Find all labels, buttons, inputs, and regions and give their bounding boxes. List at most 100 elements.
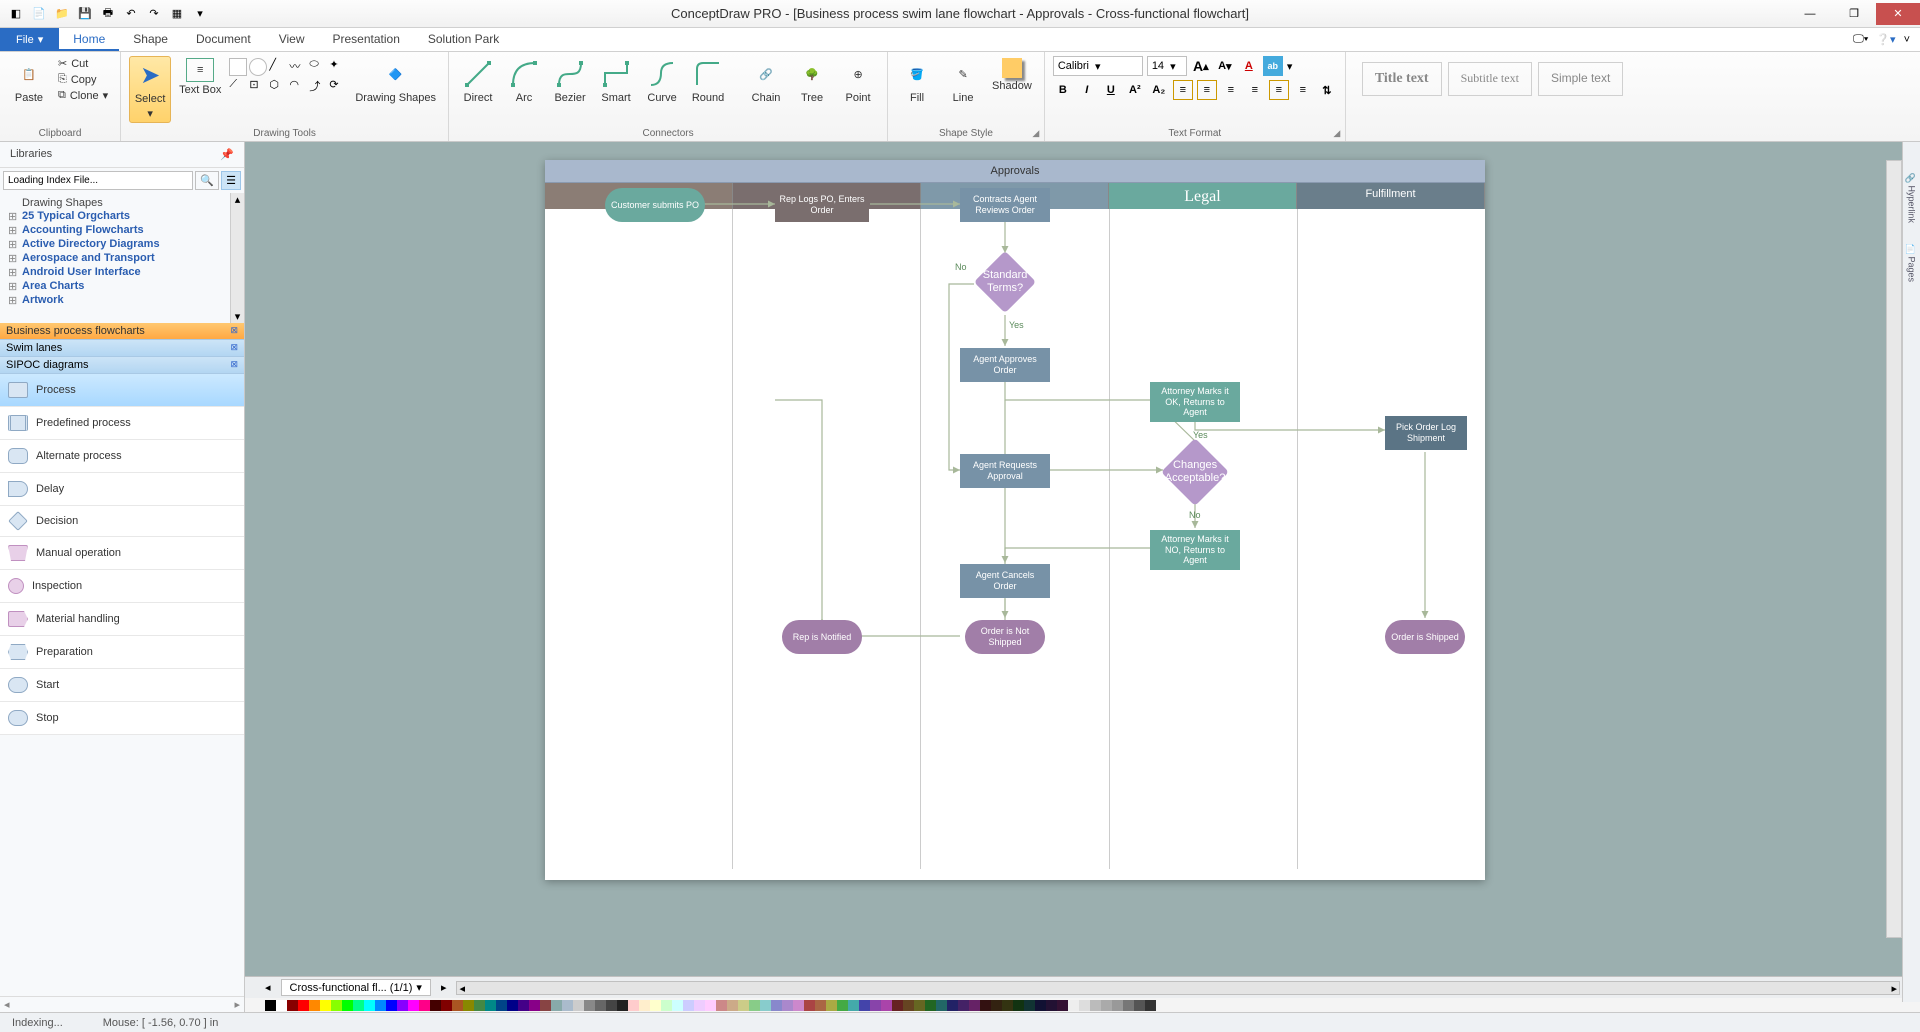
- qat-redo-icon[interactable]: ↷: [144, 4, 164, 24]
- search-icon[interactable]: 🔍: [195, 171, 219, 190]
- help-icon[interactable]: ❔▾: [1876, 33, 1895, 46]
- connector-chain[interactable]: 🔗Chain: [745, 56, 787, 106]
- color-swatch[interactable]: [782, 1000, 793, 1011]
- color-swatch[interactable]: [309, 1000, 320, 1011]
- color-swatch[interactable]: [694, 1000, 705, 1011]
- list-view-icon[interactable]: ☰: [221, 171, 241, 190]
- font-color-button[interactable]: A: [1239, 56, 1259, 76]
- text-direction-button[interactable]: ⇅: [1317, 80, 1337, 100]
- color-swatch[interactable]: [903, 1000, 914, 1011]
- color-swatch[interactable]: [1013, 1000, 1024, 1011]
- align-middle-button[interactable]: ≡: [1269, 80, 1289, 100]
- color-swatch[interactable]: [1079, 1000, 1090, 1011]
- shape-material[interactable]: Material handling: [0, 603, 244, 636]
- color-swatch[interactable]: [738, 1000, 749, 1011]
- color-swatch[interactable]: [1145, 1000, 1156, 1011]
- connector-bezier[interactable]: Bezier: [549, 56, 591, 106]
- color-swatch[interactable]: [1035, 1000, 1046, 1011]
- close-button[interactable]: ✕: [1876, 3, 1920, 25]
- color-swatch[interactable]: [595, 1000, 606, 1011]
- shape-start[interactable]: Start: [0, 669, 244, 702]
- pages-panel-tab[interactable]: 📄 Pages: [1907, 243, 1917, 282]
- open-lib-swim[interactable]: Swim lanes⊠: [0, 340, 244, 357]
- color-swatch[interactable]: [815, 1000, 826, 1011]
- color-swatch[interactable]: [606, 1000, 617, 1011]
- shape-stop[interactable]: Stop: [0, 702, 244, 735]
- color-swatch[interactable]: [441, 1000, 452, 1011]
- node-cancel[interactable]: Agent Cancels Order: [960, 564, 1050, 598]
- color-swatch[interactable]: [375, 1000, 386, 1011]
- page-tab[interactable]: Cross-functional fl... (1/1)▾: [281, 979, 431, 996]
- file-tab[interactable]: File▾: [0, 28, 59, 51]
- line-button[interactable]: ✎Line: [942, 56, 984, 106]
- color-swatch[interactable]: [793, 1000, 804, 1011]
- shape-inspection[interactable]: Inspection: [0, 570, 244, 603]
- tab-view[interactable]: View: [265, 28, 319, 51]
- color-swatch[interactable]: [584, 1000, 595, 1011]
- presentation-icon[interactable]: 🖵▾: [1853, 33, 1868, 46]
- color-swatch[interactable]: [980, 1000, 991, 1011]
- color-swatch[interactable]: [430, 1000, 441, 1011]
- shape-predefined[interactable]: Predefined process: [0, 407, 244, 440]
- color-swatch[interactable]: [1046, 1000, 1057, 1011]
- color-swatch[interactable]: [936, 1000, 947, 1011]
- color-swatch[interactable]: [331, 1000, 342, 1011]
- close-icon[interactable]: ⊠: [230, 325, 238, 337]
- tab-home[interactable]: Home: [59, 28, 119, 51]
- color-swatch[interactable]: [1112, 1000, 1123, 1011]
- node-shipped[interactable]: Order is Shipped: [1385, 620, 1465, 654]
- superscript-button[interactable]: A²: [1125, 80, 1145, 100]
- color-swatch[interactable]: [870, 1000, 881, 1011]
- color-swatch[interactable]: [705, 1000, 716, 1011]
- connector-round[interactable]: Round: [687, 56, 729, 106]
- tab-solution-park[interactable]: Solution Park: [414, 28, 513, 51]
- shape-tools-grid[interactable]: ╱〰⬭✦ ⟋⊡⬡◠⤴⟳: [229, 58, 347, 96]
- preset-simple[interactable]: Simple text: [1538, 62, 1623, 96]
- bold-button[interactable]: B: [1053, 80, 1073, 100]
- color-swatch[interactable]: [892, 1000, 903, 1011]
- pin-icon[interactable]: 📌: [220, 148, 234, 161]
- textbox-button[interactable]: ≡Text Box: [175, 56, 225, 98]
- color-swatch[interactable]: [650, 1000, 661, 1011]
- connector-tree[interactable]: 🌳Tree: [791, 56, 833, 106]
- node-approve[interactable]: Agent Approves Order: [960, 348, 1050, 382]
- tab-shape[interactable]: Shape: [119, 28, 182, 51]
- page[interactable]: Approvals Customer Sales Contracts Legal…: [545, 160, 1485, 880]
- color-swatch[interactable]: [1002, 1000, 1013, 1011]
- color-swatch[interactable]: [958, 1000, 969, 1011]
- color-swatch[interactable]: [1024, 1000, 1035, 1011]
- node-notship[interactable]: Order is Not Shipped: [965, 620, 1045, 654]
- node-review[interactable]: Contracts Agent Reviews Order: [960, 188, 1050, 222]
- color-swatch[interactable]: [287, 1000, 298, 1011]
- node-replog[interactable]: Rep Logs PO, Enters Order: [775, 188, 869, 222]
- grow-font-button[interactable]: A▴: [1191, 56, 1211, 76]
- shapestyle-dialog-launcher[interactable]: ◢: [1030, 127, 1042, 139]
- color-swatch[interactable]: [1101, 1000, 1112, 1011]
- close-icon[interactable]: ⊠: [230, 342, 238, 354]
- tab-nav-next[interactable]: ▸: [441, 981, 447, 994]
- align-bottom-button[interactable]: ≡: [1293, 80, 1313, 100]
- tab-nav-prev[interactable]: ◂: [265, 981, 271, 994]
- highlight-button[interactable]: ab: [1263, 56, 1283, 76]
- chevron-down-icon[interactable]: ▾: [1287, 60, 1293, 73]
- connector-smart[interactable]: Smart: [595, 56, 637, 106]
- canvas[interactable]: Approvals Customer Sales Contracts Legal…: [245, 142, 1920, 976]
- shape-process[interactable]: Process: [0, 374, 244, 407]
- node-pick[interactable]: Pick Order Log Shipment: [1385, 416, 1467, 450]
- color-swatch[interactable]: [716, 1000, 727, 1011]
- hyperlink-panel-tab[interactable]: 🔗 Hyperlink: [1907, 172, 1917, 223]
- color-swatch[interactable]: [463, 1000, 474, 1011]
- paste-button[interactable]: 📋Paste: [8, 56, 50, 106]
- shape-preparation[interactable]: Preparation: [0, 636, 244, 669]
- color-swatch[interactable]: [881, 1000, 892, 1011]
- color-swatch[interactable]: [925, 1000, 936, 1011]
- collapse-ribbon-icon[interactable]: ˅: [1904, 34, 1910, 46]
- connector-arc[interactable]: Arc: [503, 56, 545, 106]
- color-swatch[interactable]: [518, 1000, 529, 1011]
- color-swatch[interactable]: [320, 1000, 331, 1011]
- open-lib-business[interactable]: Business process flowcharts⊠: [0, 323, 244, 340]
- color-swatch[interactable]: [276, 1000, 287, 1011]
- align-left-button[interactable]: ≡: [1173, 80, 1193, 100]
- color-swatch[interactable]: [760, 1000, 771, 1011]
- color-swatch[interactable]: [562, 1000, 573, 1011]
